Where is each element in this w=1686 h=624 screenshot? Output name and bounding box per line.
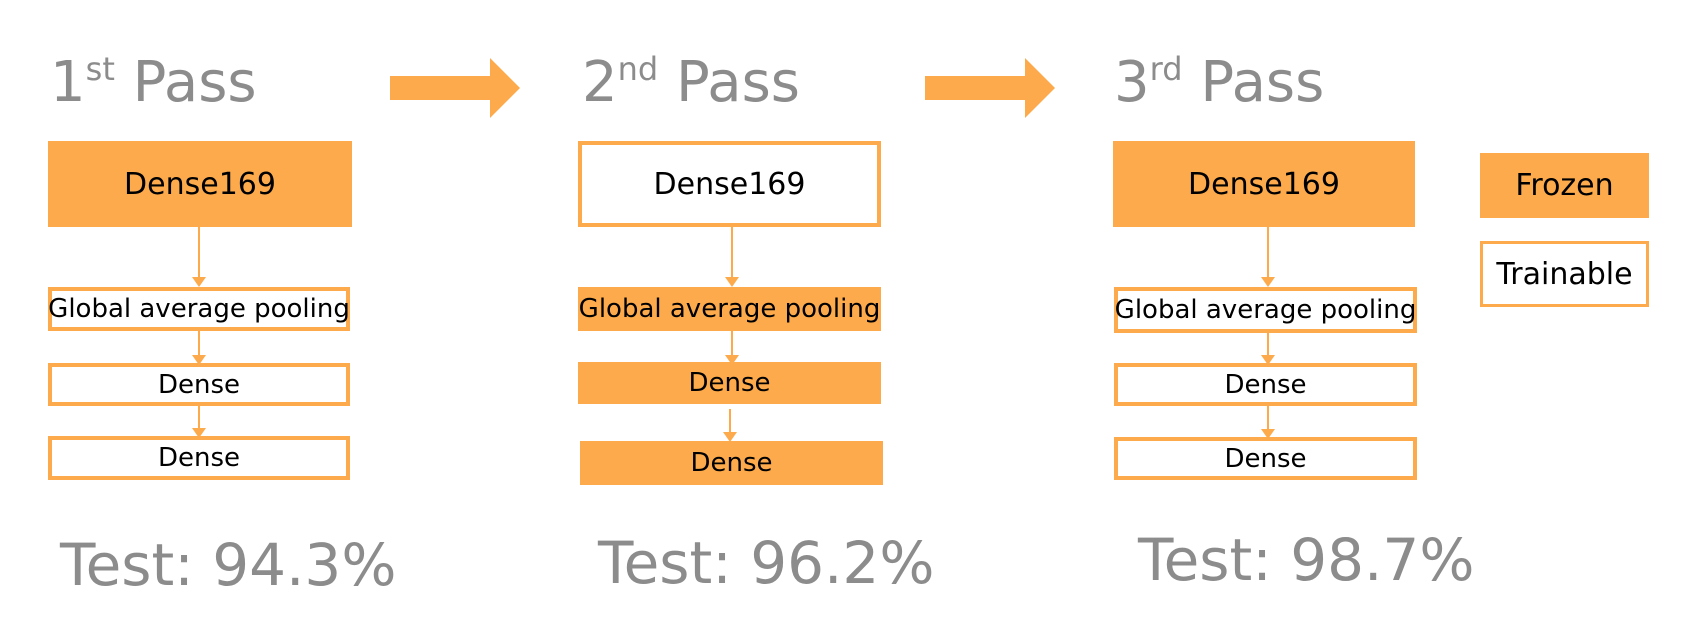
pass-3-dense-1-label: Dense [1224, 369, 1307, 400]
pass-2-connector-2 [731, 331, 733, 355]
pass-3-dense-1: Dense [1114, 363, 1417, 406]
pass-3-connector-1 [1267, 227, 1269, 277]
pass-1-dense-2: Dense [48, 436, 350, 480]
pass-2-connector-1 [731, 227, 733, 277]
pass-2-backbone: Dense169 [578, 141, 881, 227]
legend-trainable-label: Trainable [1496, 256, 1633, 292]
right-arrow-icon [390, 58, 520, 118]
pass-2-dense-2: Dense [580, 441, 883, 485]
pass-2-gap-label: Global average pooling [578, 294, 881, 324]
pass-3-word: Pass [1200, 50, 1325, 115]
pass-3-connector-3 [1267, 406, 1269, 429]
pass-1-title: 1st Pass [50, 53, 257, 111]
pass-2-connector-3 [729, 409, 731, 432]
pass-1-suffix: st [85, 50, 115, 88]
pass-1-connector-2 [198, 331, 200, 355]
pass-3-gap-label: Global average pooling [1114, 295, 1417, 325]
pass-2-suffix: nd [617, 50, 659, 88]
pass-1-word: Pass [132, 50, 257, 115]
pass-3-test-result: Test: 98.7% [1138, 526, 1475, 594]
pass-1-ordinal: 1 [50, 50, 86, 115]
pass-2-gap-layer: Global average pooling [578, 287, 881, 331]
pass-3-gap-layer: Global average pooling [1114, 287, 1417, 333]
pass-2-test-result: Test: 96.2% [598, 529, 935, 597]
pass-1-gap-label: Global average pooling [48, 294, 350, 324]
right-arrow-icon [925, 58, 1055, 118]
pass-3-ordinal: 3 [1114, 50, 1150, 115]
pass-2-dense-2-label: Dense [690, 448, 773, 478]
pass-3-suffix: rd [1149, 50, 1183, 88]
pass-1-test-result: Test: 94.3% [60, 531, 397, 599]
pass-1-gap-layer: Global average pooling [48, 287, 350, 331]
pass-3-dense-2-label: Dense [1224, 443, 1307, 474]
pass-2-dense-1-label: Dense [688, 368, 771, 398]
pass-1-connector-3 [198, 406, 200, 428]
legend-trainable: Trainable [1480, 241, 1649, 307]
pass-3-backbone-label: Dense169 [1188, 166, 1340, 202]
pass-1-dense-1: Dense [48, 363, 350, 406]
pass-2-ordinal: 2 [582, 50, 618, 115]
pass-3-backbone: Dense169 [1113, 141, 1415, 227]
down-arrow-icon [192, 277, 206, 287]
down-arrow-icon [1261, 277, 1275, 287]
pass-1-connector-1 [198, 227, 200, 277]
pass-1-backbone: Dense169 [48, 141, 352, 227]
pass-1-dense-1-label: Dense [157, 369, 241, 400]
down-arrow-icon [725, 277, 739, 287]
pass-3-title: 3rd Pass [1114, 53, 1324, 111]
pass-2-dense-1: Dense [578, 362, 881, 404]
pass-2-title: 2nd Pass [582, 53, 800, 111]
pass-1-dense-2-label: Dense [157, 443, 241, 473]
pass-3-dense-2: Dense [1114, 437, 1417, 480]
legend-frozen: Frozen [1480, 153, 1649, 218]
pass-3-connector-2 [1267, 333, 1269, 355]
legend-frozen-label: Frozen [1515, 168, 1614, 203]
pass-1-backbone-label: Dense169 [124, 166, 276, 202]
pass-2-word: Pass [676, 50, 800, 115]
pass-2-backbone-label: Dense169 [653, 166, 806, 202]
